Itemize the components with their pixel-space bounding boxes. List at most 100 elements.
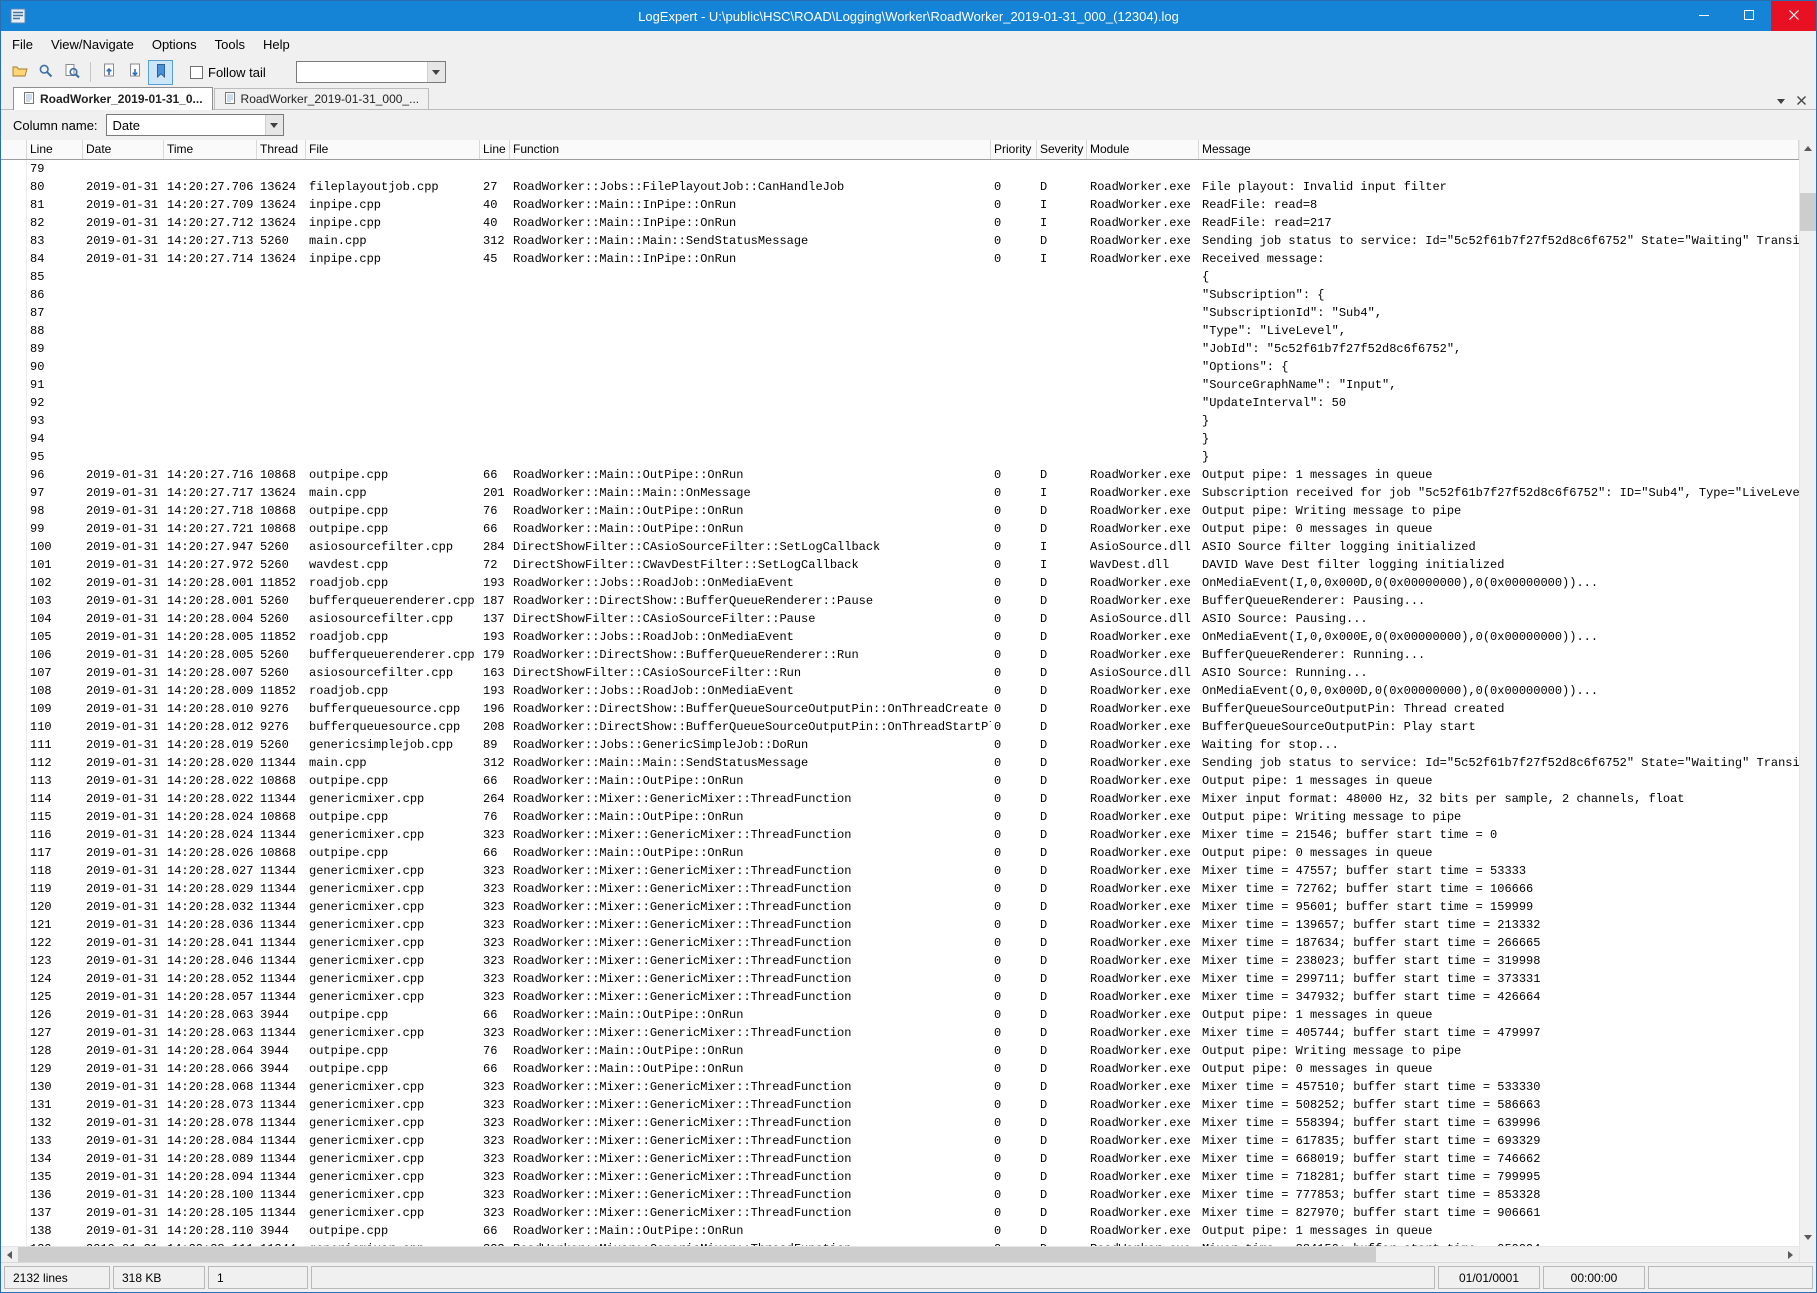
vertical-scroll-track[interactable] <box>1800 157 1816 1229</box>
horizontal-scroll-track[interactable] <box>18 1247 1782 1262</box>
open-file-button[interactable] <box>7 60 32 85</box>
header-thread[interactable]: Thread <box>257 140 306 159</box>
header-line[interactable]: Line <box>27 140 83 159</box>
table-row[interactable]: 832019-01-3114:20:27.7135260main.cpp312R… <box>1 232 1799 250</box>
table-row[interactable]: 1202019-01-3114:20:28.03211344genericmix… <box>1 898 1799 916</box>
tab-close-button[interactable] <box>1797 92 1806 110</box>
table-row[interactable]: 91"SourceGraphName": "Input", <box>1 376 1799 394</box>
tab-list-dropdown-button[interactable] <box>1777 99 1785 104</box>
maximize-button[interactable] <box>1726 1 1771 31</box>
table-row[interactable]: 94} <box>1 430 1799 448</box>
table-row[interactable]: 1232019-01-3114:20:28.04611344genericmix… <box>1 952 1799 970</box>
table-row[interactable]: 1302019-01-3114:20:28.06811344genericmix… <box>1 1078 1799 1096</box>
table-row[interactable]: 87"SubscriptionId": "Sub4", <box>1 304 1799 322</box>
log-table-body[interactable]: 79802019-01-3114:20:27.70613624fileplayo… <box>1 160 1799 1246</box>
header-time[interactable]: Time <box>164 140 257 159</box>
menu-file[interactable]: File <box>3 31 42 57</box>
combo-drop-button[interactable] <box>265 115 283 135</box>
table-row[interactable]: 962019-01-3114:20:27.71610868outpipe.cpp… <box>1 466 1799 484</box>
header-priority[interactable]: Priority <box>991 140 1037 159</box>
table-row[interactable]: 93} <box>1 412 1799 430</box>
table-row[interactable]: 972019-01-3114:20:27.71713624main.cpp201… <box>1 484 1799 502</box>
tab-roadworker-log-2[interactable]: RoadWorker_2019-01-31_000_... <box>214 88 430 109</box>
table-row[interactable]: 85{ <box>1 268 1799 286</box>
table-row[interactable]: 1332019-01-3114:20:28.08411344genericmix… <box>1 1132 1799 1150</box>
table-row[interactable]: 1162019-01-3114:20:28.02411344genericmix… <box>1 826 1799 844</box>
table-row[interactable]: 92"UpdateInterval": 50 <box>1 394 1799 412</box>
table-row[interactable]: 1012019-01-3114:20:27.9725260wavdest.cpp… <box>1 556 1799 574</box>
table-row[interactable]: 812019-01-3114:20:27.70913624inpipe.cpp4… <box>1 196 1799 214</box>
prev-bookmark-button[interactable] <box>96 60 121 85</box>
table-row[interactable]: 1372019-01-3114:20:28.10511344genericmix… <box>1 1204 1799 1222</box>
header-date[interactable]: Date <box>83 140 164 159</box>
column-name-combo[interactable]: Date <box>106 114 284 136</box>
table-row[interactable]: 1072019-01-3114:20:28.0075260asiosourcef… <box>1 664 1799 682</box>
table-row[interactable]: 1362019-01-3114:20:28.10011344genericmix… <box>1 1186 1799 1204</box>
table-row[interactable]: 1022019-01-3114:20:28.00111852roadjob.cp… <box>1 574 1799 592</box>
next-bookmark-button[interactable] <box>122 60 147 85</box>
bookmark-toggle-button[interactable] <box>148 60 173 85</box>
follow-tail-checkbox[interactable] <box>190 66 203 79</box>
table-row[interactable]: 1082019-01-3114:20:28.00911852roadjob.cp… <box>1 682 1799 700</box>
table-row[interactable]: 1252019-01-3114:20:28.05711344genericmix… <box>1 988 1799 1006</box>
vertical-scroll-thumb[interactable] <box>1800 193 1816 231</box>
close-button[interactable] <box>1771 1 1816 31</box>
table-row[interactable]: 1242019-01-3114:20:28.05211344genericmix… <box>1 970 1799 988</box>
horizontal-scrollbar[interactable] <box>1 1246 1799 1262</box>
table-row[interactable]: 1002019-01-3114:20:27.9475260asiosourcef… <box>1 538 1799 556</box>
table-row[interactable]: 1032019-01-3114:20:28.0015260bufferqueue… <box>1 592 1799 610</box>
table-row[interactable]: 1272019-01-3114:20:28.06311344genericmix… <box>1 1024 1799 1042</box>
table-row[interactable]: 88"Type": "LiveLevel", <box>1 322 1799 340</box>
table-row[interactable]: 822019-01-3114:20:27.71213624inpipe.cpp4… <box>1 214 1799 232</box>
table-row[interactable]: 1112019-01-3114:20:28.0195260genericsimp… <box>1 736 1799 754</box>
table-row[interactable]: 1262019-01-3114:20:28.0633944outpipe.cpp… <box>1 1006 1799 1024</box>
table-row[interactable]: 1292019-01-3114:20:28.0663944outpipe.cpp… <box>1 1060 1799 1078</box>
table-row[interactable]: 982019-01-3114:20:27.71810868outpipe.cpp… <box>1 502 1799 520</box>
table-row[interactable]: 89"JobId": "5c52f61b7f27f52d8c6f6752", <box>1 340 1799 358</box>
menu-view-navigate[interactable]: View/Navigate <box>42 31 143 57</box>
table-row[interactable]: 1132019-01-3114:20:28.02210868outpipe.cp… <box>1 772 1799 790</box>
menu-options[interactable]: Options <box>143 31 206 57</box>
table-row[interactable]: 1342019-01-3114:20:28.08911344genericmix… <box>1 1150 1799 1168</box>
table-row[interactable]: 1142019-01-3114:20:28.02211344genericmix… <box>1 790 1799 808</box>
table-row[interactable]: 1322019-01-3114:20:28.07811344genericmix… <box>1 1114 1799 1132</box>
table-row[interactable]: 1182019-01-3114:20:28.02711344genericmix… <box>1 862 1799 880</box>
scroll-down-button[interactable] <box>1800 1229 1816 1246</box>
table-row[interactable]: 992019-01-3114:20:27.72110868outpipe.cpp… <box>1 520 1799 538</box>
table-row[interactable]: 1352019-01-3114:20:28.09411344genericmix… <box>1 1168 1799 1186</box>
table-row[interactable]: 90"Options": { <box>1 358 1799 376</box>
search-button[interactable] <box>33 60 58 85</box>
table-row[interactable]: 1042019-01-3114:20:28.0045260asiosourcef… <box>1 610 1799 628</box>
header-file-line[interactable]: Line <box>480 140 510 159</box>
scroll-left-button[interactable] <box>1 1247 18 1262</box>
table-row[interactable]: 1212019-01-3114:20:28.03611344genericmix… <box>1 916 1799 934</box>
search-in-file-button[interactable] <box>59 60 84 85</box>
header-message[interactable]: Message <box>1199 140 1799 159</box>
header-severity[interactable]: Severity <box>1037 140 1087 159</box>
table-row[interactable]: 802019-01-3114:20:27.70613624fileplayout… <box>1 178 1799 196</box>
table-row[interactable]: 1312019-01-3114:20:28.07311344genericmix… <box>1 1096 1799 1114</box>
table-row[interactable]: 1152019-01-3114:20:28.02410868outpipe.cp… <box>1 808 1799 826</box>
header-file[interactable]: File <box>306 140 480 159</box>
table-row[interactable]: 1192019-01-3114:20:28.02911344genericmix… <box>1 880 1799 898</box>
scroll-up-button[interactable] <box>1800 140 1816 157</box>
table-row[interactable]: 1102019-01-3114:20:28.0129276bufferqueue… <box>1 718 1799 736</box>
combo-drop-button[interactable] <box>427 62 445 82</box>
table-row[interactable]: 86"Subscription": { <box>1 286 1799 304</box>
table-row[interactable]: 1282019-01-3114:20:28.0643944outpipe.cpp… <box>1 1042 1799 1060</box>
table-row[interactable]: 1172019-01-3114:20:28.02610868outpipe.cp… <box>1 844 1799 862</box>
menu-help[interactable]: Help <box>254 31 299 57</box>
table-row[interactable]: 1222019-01-3114:20:28.04111344genericmix… <box>1 934 1799 952</box>
horizontal-scroll-thumb[interactable] <box>18 1247 1376 1262</box>
table-row[interactable]: 1382019-01-3114:20:28.1103944outpipe.cpp… <box>1 1222 1799 1240</box>
vertical-scrollbar[interactable] <box>1799 140 1816 1262</box>
menu-tools[interactable]: Tools <box>206 31 254 57</box>
table-row[interactable]: 79 <box>1 160 1799 178</box>
table-row[interactable]: 842019-01-3114:20:27.71413624inpipe.cpp4… <box>1 250 1799 268</box>
scroll-right-button[interactable] <box>1782 1247 1799 1262</box>
tab-roadworker-log-1[interactable]: RoadWorker_2019-01-31_0... <box>13 87 213 110</box>
table-row[interactable]: 1052019-01-3114:20:28.00511852roadjob.cp… <box>1 628 1799 646</box>
header-function[interactable]: Function <box>510 140 991 159</box>
table-row[interactable]: 95} <box>1 448 1799 466</box>
table-row[interactable]: 1122019-01-3114:20:28.02011344main.cpp31… <box>1 754 1799 772</box>
